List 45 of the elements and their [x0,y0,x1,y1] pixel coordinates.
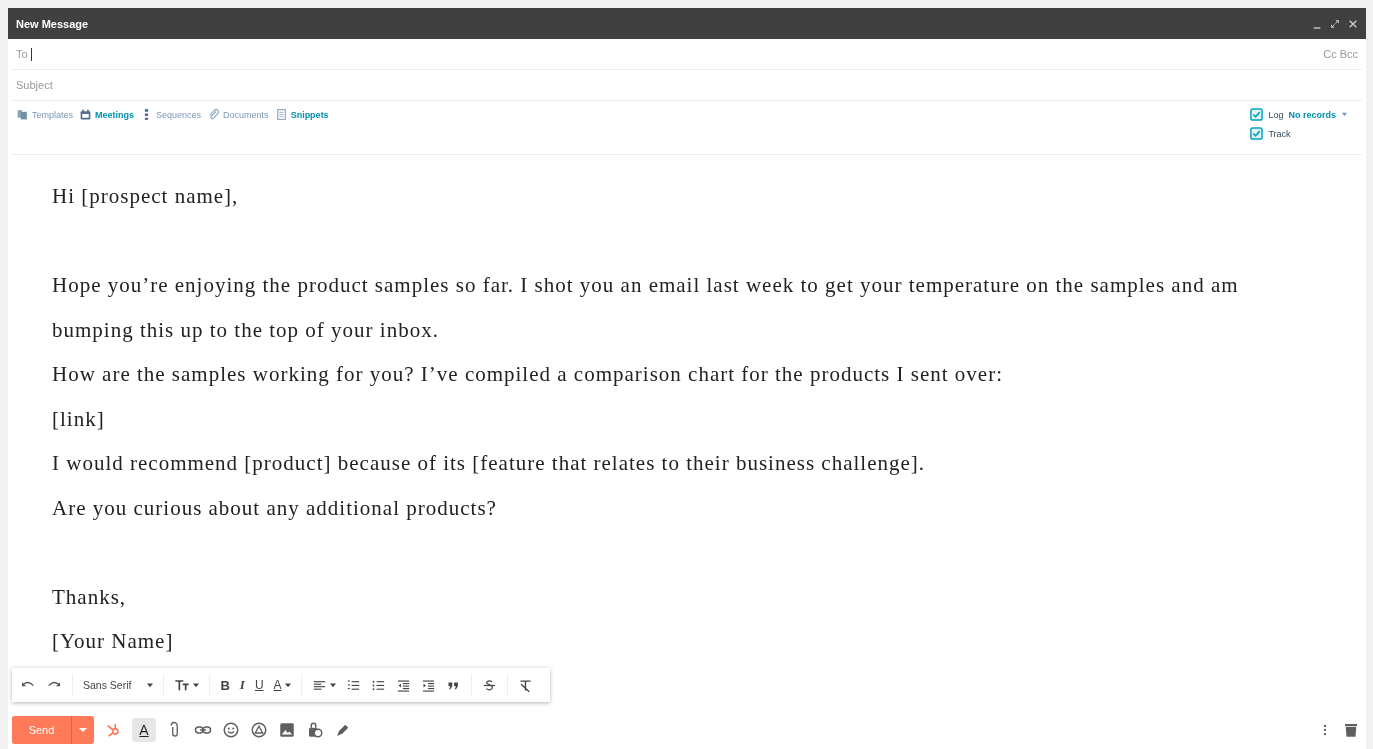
formatting-button[interactable]: A [132,718,156,742]
body-text: Thanks, [52,583,128,611]
window-title: New Message [16,17,89,30]
italic-button[interactable]: I [239,677,245,693]
text-cursor [30,47,32,61]
strikethrough-icon[interactable] [481,677,497,693]
body-text: Hi [prospect name], [52,183,240,210]
body-text: [link] [52,405,106,433]
caret-icon[interactable] [147,682,154,688]
checkbox[interactable] [1250,127,1264,140]
records-dropdown[interactable]: No records [1288,109,1336,120]
track-label: Track [1268,128,1291,139]
font-select[interactable]: Sans Serif [83,679,132,691]
trash-icon[interactable] [1342,721,1360,739]
text-size-icon[interactable] [174,677,191,693]
bold-button[interactable]: B [220,677,230,693]
log-label: Log [1268,109,1284,120]
cc-link[interactable]: Cc [1323,48,1337,60]
bcc-link[interactable]: Bcc [1339,48,1358,60]
lock-clock-icon[interactable] [306,721,324,739]
paperclip-icon[interactable] [207,108,221,121]
text-color-button[interactable]: A [273,678,282,692]
send-button[interactable]: Send [12,716,72,744]
tool-link[interactable]: Snippets [290,109,329,120]
caret-icon[interactable] [193,682,200,688]
tool-link[interactable]: Documents [223,109,269,120]
dropdown-icon[interactable] [1341,111,1348,118]
tool-link[interactable]: Meetings [95,109,135,120]
calendar-icon[interactable] [79,108,93,121]
tool-link[interactable]: Sequences [156,109,202,120]
expand-icon[interactable] [1330,17,1340,30]
body-text: I would recommend [product] because of its [feature that relates to their business challenge]. [52,450,927,477]
to-label: To [16,48,28,60]
caret-icon[interactable] [284,682,291,688]
caret-icon[interactable] [329,682,336,688]
emoji-icon[interactable] [222,721,240,739]
underline-button[interactable]: U [254,678,264,692]
body-text: [Your Name] [52,628,175,655]
copy-icon[interactable] [16,108,29,121]
body-text: Are you curious about any additional products? [52,494,498,522]
checkbox[interactable] [1250,108,1264,121]
body-text: How are the samples working for you? I’ve compiled a comparison chart for the products I sent over: [52,361,1004,388]
image-icon[interactable] [278,721,296,739]
body-text: Hope you’re enjoying the product samples so far. I shot you an email last week to get your temperature on the samples and am bumping this up to the top of your inbox. [52,272,1240,344]
tool-link[interactable]: Templates [32,109,74,120]
